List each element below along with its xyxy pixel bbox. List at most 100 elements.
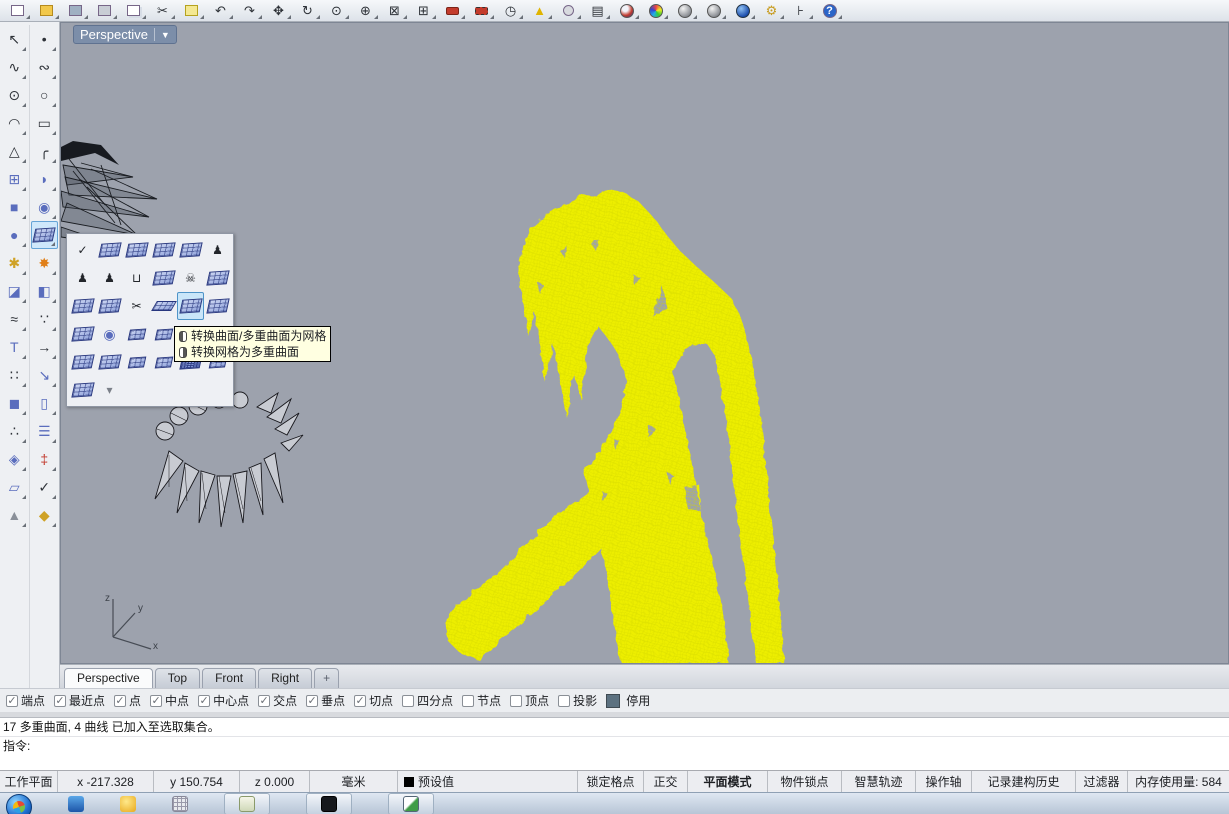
pyramid[interactable]: ▲ xyxy=(1,501,28,529)
zoom-dynamic[interactable]: ⊙ xyxy=(322,1,351,21)
checkbox[interactable] xyxy=(198,695,210,707)
fill-mesh-holes[interactable]: ⊔ xyxy=(123,264,150,292)
mesh-ellipsoid[interactable] xyxy=(69,320,96,348)
reduce-mesh[interactable]: ♟ xyxy=(204,236,231,264)
perspective-viewport[interactable]: Perspective ▼ xyxy=(60,22,1229,664)
osnap-intersection[interactable]: 交点 xyxy=(258,692,297,709)
osnap-disable[interactable]: 停用 xyxy=(606,692,650,709)
split-mesh[interactable] xyxy=(123,348,150,376)
viewport-title[interactable]: Perspective ▼ xyxy=(73,25,177,44)
polygon[interactable]: △ xyxy=(1,137,28,165)
paste[interactable] xyxy=(177,1,206,21)
cone-solid[interactable]: ◆ xyxy=(31,501,58,529)
osnap-point[interactable]: 点 xyxy=(114,692,141,709)
polyline[interactable]: ∿ xyxy=(1,53,28,81)
trim-mesh[interactable]: ✂ xyxy=(123,292,150,320)
taskbar-app-4[interactable] xyxy=(224,793,270,814)
status-record-history[interactable]: 记录建构历史 xyxy=(972,771,1076,792)
checkbox[interactable] xyxy=(114,695,126,707)
drape-surface[interactable]: ☰ xyxy=(31,417,58,445)
unify-mesh-normals[interactable] xyxy=(204,264,231,292)
move-diagonal[interactable]: ↘ xyxy=(31,361,58,389)
render-preview[interactable] xyxy=(670,1,699,21)
material-editor[interactable] xyxy=(641,1,670,21)
twist-deform[interactable]: ◈ xyxy=(1,445,28,473)
copy[interactable] xyxy=(119,1,148,21)
add-mesh-face[interactable] xyxy=(150,264,177,292)
project-mesh[interactable] xyxy=(96,292,123,320)
solid-spheres[interactable]: ◉ xyxy=(31,193,58,221)
arc[interactable]: ◠ xyxy=(1,109,28,137)
checkbox[interactable] xyxy=(306,695,318,707)
mesh-person-tool-1[interactable]: ♟ xyxy=(69,264,96,292)
boolean-tools[interactable]: ✱ xyxy=(1,249,28,277)
mesh-table-1[interactable] xyxy=(123,320,150,348)
options-gear[interactable]: ⚙ xyxy=(757,1,786,21)
zoom-extents[interactable]: ⊠ xyxy=(380,1,409,21)
status-osnap[interactable]: 物件锁点 xyxy=(768,771,842,792)
cut[interactable]: ✂ xyxy=(148,1,177,21)
wireframe-spike-ring[interactable] xyxy=(139,391,305,533)
osnap-center[interactable]: 中心点 xyxy=(198,692,249,709)
select-pointer[interactable]: ↖ xyxy=(1,25,28,53)
command-prompt[interactable]: 指令: xyxy=(0,736,1229,754)
offset-mesh[interactable] xyxy=(69,292,96,320)
checkbox[interactable] xyxy=(462,695,474,707)
tab-front[interactable]: Front xyxy=(202,668,256,688)
point-cloud[interactable]: ∵ xyxy=(31,305,58,333)
mesh-from-surface[interactable] xyxy=(177,292,204,320)
mesh-spheres[interactable]: ◉ xyxy=(96,320,123,348)
taskbar-app-1[interactable] xyxy=(68,796,84,812)
status-gumball[interactable]: 操作轴 xyxy=(916,771,972,792)
new-file[interactable] xyxy=(3,1,32,21)
status-units[interactable]: 毫米 xyxy=(310,771,398,792)
checkbox[interactable] xyxy=(54,695,66,707)
mesh-window[interactable] xyxy=(123,236,150,264)
surface-patch[interactable]: ⊞ xyxy=(1,165,28,193)
rotate-view[interactable]: ↻ xyxy=(293,1,322,21)
shaded-display[interactable] xyxy=(612,1,641,21)
start-button[interactable] xyxy=(6,792,32,814)
solid-union[interactable]: ◼ xyxy=(1,389,28,417)
pan-view[interactable]: ✥ xyxy=(264,1,293,21)
checkbox[interactable] xyxy=(402,695,414,707)
osnap-mid[interactable]: 中点 xyxy=(150,692,189,709)
solid-box[interactable]: ■ xyxy=(1,193,28,221)
mesh-table-2[interactable] xyxy=(150,320,177,348)
delete-mesh-faces[interactable]: ☠ xyxy=(177,264,204,292)
render-properties[interactable] xyxy=(728,1,757,21)
viewport-layout[interactable]: ⊞ xyxy=(409,1,438,21)
apply-button[interactable]: ✓ xyxy=(69,236,96,264)
environment-editor[interactable] xyxy=(699,1,728,21)
single-point[interactable]: • xyxy=(31,25,58,53)
osnap-end[interactable]: 端点 xyxy=(6,692,45,709)
osnap-quadrant[interactable]: 四分点 xyxy=(402,692,453,709)
bend-surface[interactable]: ◗ xyxy=(31,165,58,193)
osnap-perpendicular[interactable]: 垂点 xyxy=(306,692,345,709)
cut-plane[interactable]: ▯ xyxy=(31,389,58,417)
checkbox[interactable] xyxy=(558,695,570,707)
patch-mesh-hole[interactable] xyxy=(96,348,123,376)
status-planar[interactable]: 平面模式 xyxy=(688,771,768,792)
extrude-solid[interactable]: T xyxy=(1,333,28,361)
named-views[interactable]: ◷ xyxy=(496,1,525,21)
solid-cylinder[interactable]: ● xyxy=(1,221,28,249)
help[interactable]: ? xyxy=(815,1,844,21)
wireframe-figure-selected[interactable] xyxy=(441,186,851,664)
check-objects[interactable]: ✓ xyxy=(31,473,58,501)
mesh-from-surface-flyout[interactable] xyxy=(31,221,58,249)
curve-through-points[interactable]: ∾ xyxy=(31,53,58,81)
merge-mesh-faces[interactable] xyxy=(150,348,177,376)
collapse-mesh[interactable]: ▾ xyxy=(96,376,123,404)
notes[interactable]: ▤ xyxy=(583,1,612,21)
rectangle[interactable]: ▭ xyxy=(31,109,58,137)
tab-top[interactable]: Top xyxy=(155,668,200,688)
scatter-mesh[interactable] xyxy=(204,292,231,320)
mesh-from-plane[interactable] xyxy=(177,236,204,264)
explode-mesh[interactable] xyxy=(69,376,96,404)
ellipse[interactable]: ○ xyxy=(31,81,58,109)
taskbar-app-3[interactable] xyxy=(172,796,188,812)
wireframe-mesh-object[interactable] xyxy=(61,135,167,247)
print[interactable] xyxy=(90,1,119,21)
explode[interactable]: ✸ xyxy=(31,249,58,277)
